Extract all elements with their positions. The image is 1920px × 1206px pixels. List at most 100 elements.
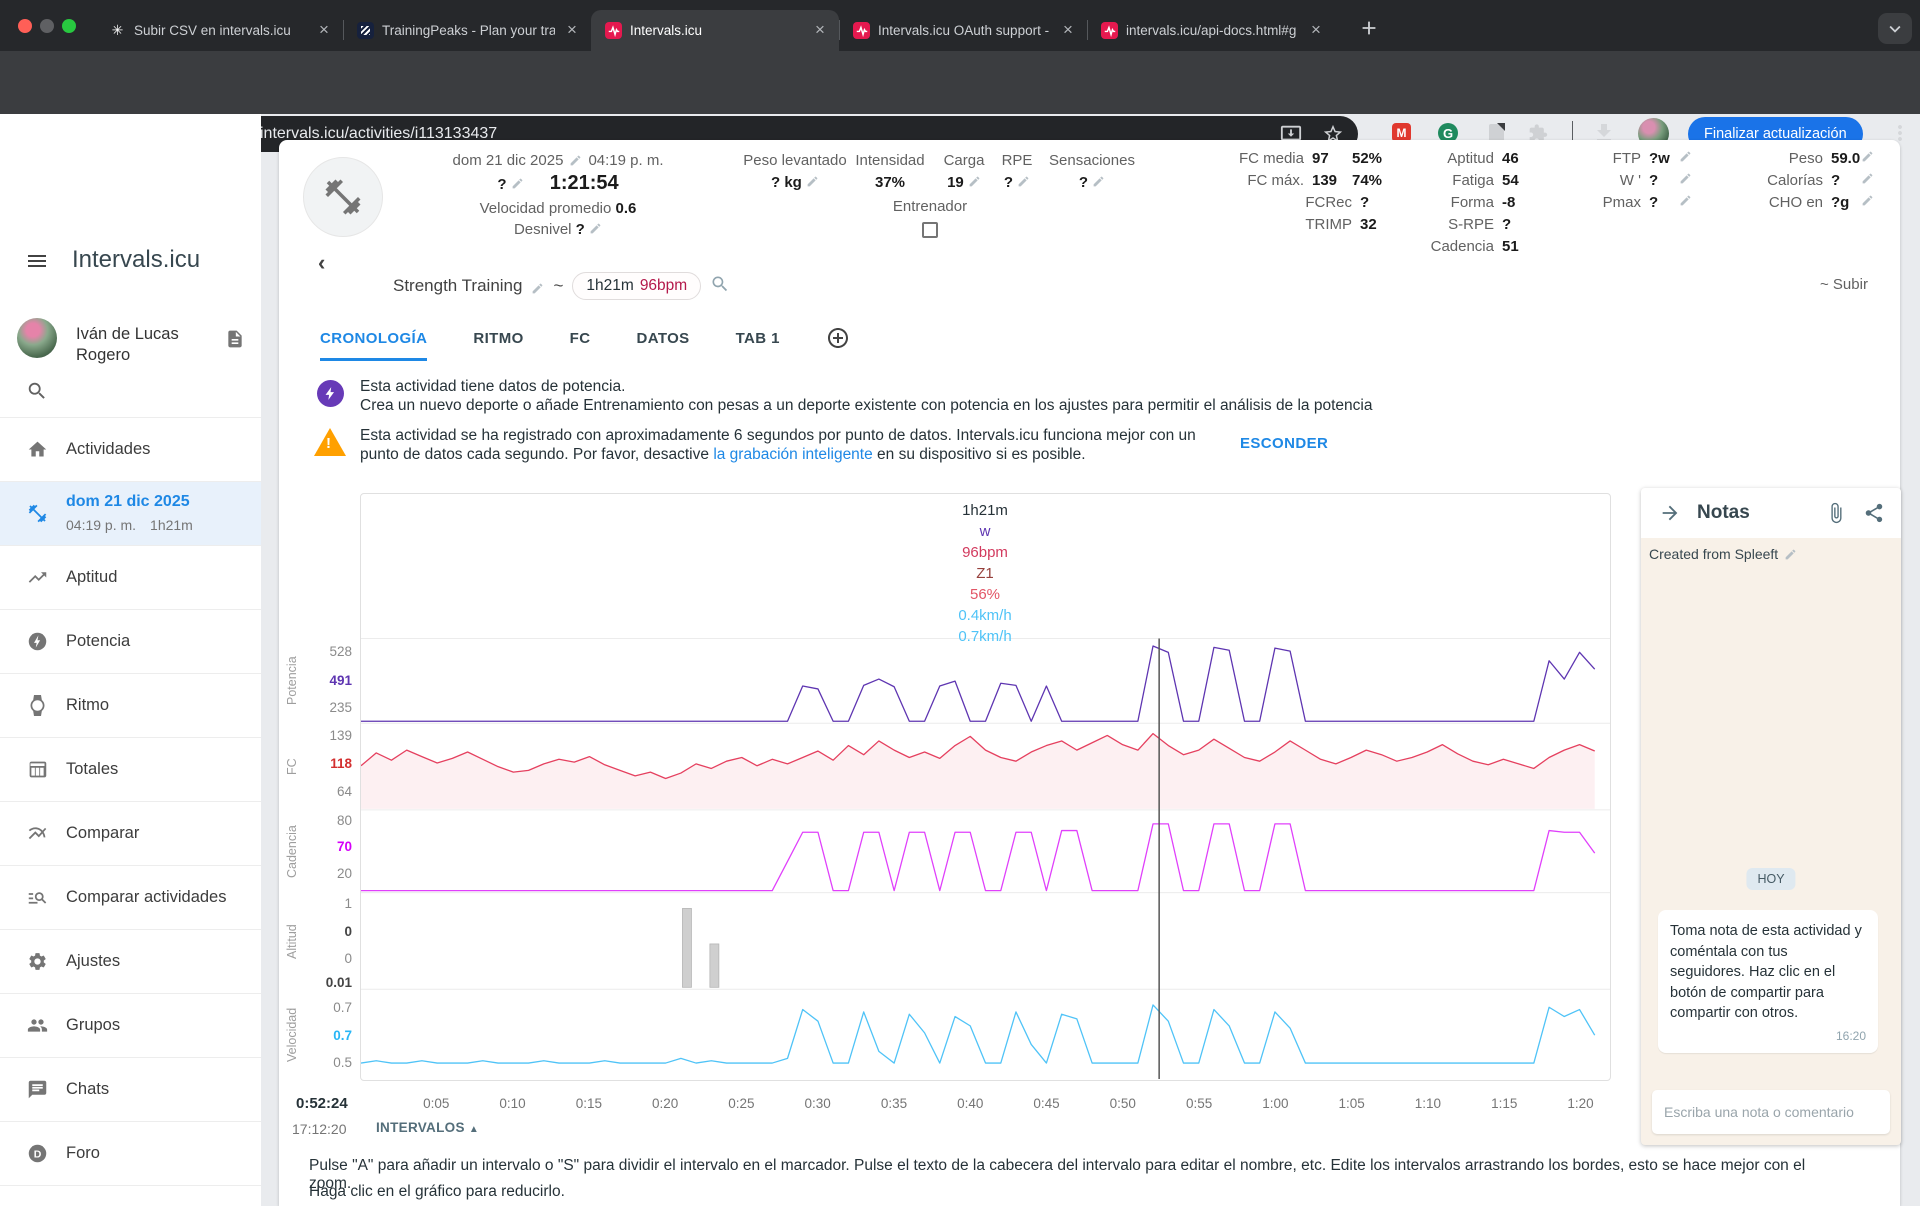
edit-pencil-icon[interactable] <box>1017 175 1030 188</box>
avg-speed-value: 0.6 <box>616 200 637 217</box>
browser-tab[interactable]: Intervals.icu OAuth support -× <box>839 10 1087 51</box>
activity-date[interactable]: dom 21 dic 2025 <box>453 152 564 169</box>
sidebar-item-grupos[interactable]: Grupos <box>0 993 261 1057</box>
rpe-block: RPE ? <box>996 152 1038 191</box>
window-zoom-button[interactable] <box>62 19 76 33</box>
chatgpt-favicon: ✳ <box>109 22 126 39</box>
zoom-search-icon[interactable] <box>710 274 730 299</box>
note-source-row: Created from Spleeft <box>1649 546 1797 562</box>
share-icon[interactable] <box>1863 502 1885 524</box>
sidebar-item-potencia[interactable]: Potencia <box>0 609 261 673</box>
activity-type-label[interactable]: Strength Training <box>393 276 522 296</box>
sidebar-item-ritmo[interactable]: Ritmo <box>0 673 261 737</box>
fitness-stat-row: Cadencia51 <box>1400 238 1532 260</box>
attach-paperclip-icon[interactable] <box>1825 502 1847 524</box>
menu-hamburger-icon[interactable] <box>25 249 49 273</box>
edit-pencil-icon[interactable] <box>1679 150 1692 163</box>
window-minimize-button[interactable] <box>40 19 54 33</box>
sidebar-item-ajustes[interactable]: Ajustes <box>0 929 261 993</box>
sidebar-item-label: Chats <box>66 1080 109 1099</box>
stat-value: ? <box>1360 194 1390 211</box>
smart-recording-link[interactable]: la grabación inteligente <box>713 446 872 463</box>
x-axis-tick: 0:40 <box>948 1096 992 1111</box>
tab-close-icon[interactable]: × <box>1307 22 1325 40</box>
sidebar-item-perfil[interactable]: Perfil <box>0 1185 261 1206</box>
elevation-label: Desnivel <box>514 221 572 238</box>
edit-pencil-icon[interactable] <box>1092 175 1105 188</box>
new-tab-button[interactable] <box>1358 17 1384 43</box>
edit-pencil-icon[interactable] <box>1861 172 1874 185</box>
user-avatar[interactable] <box>17 318 57 358</box>
sidebar-item-label: Actividades <box>66 440 150 459</box>
edit-pencil-icon[interactable] <box>1679 194 1692 207</box>
duration-value: 1:21:54 <box>550 172 619 195</box>
activity-summary-chip[interactable]: 1h21m 96bpm <box>572 272 701 300</box>
edit-pencil-icon[interactable] <box>1861 194 1874 207</box>
stat-value: ? <box>1649 194 1679 211</box>
tab-cronolog-a[interactable]: CRONOLOGÍA <box>320 330 427 361</box>
warning-text-line1: Esta actividad se ha registrado con apro… <box>360 427 1196 445</box>
browser-tab[interactable]: ✳Subir CSV en intervals.icu× <box>95 10 343 51</box>
sidebar-item-chats[interactable]: Chats <box>0 1057 261 1121</box>
hide-button[interactable]: ESCONDER <box>1240 435 1328 452</box>
collapse-chevron[interactable]: ‹ <box>318 250 325 276</box>
sidebar-item-foro[interactable]: DForo <box>0 1121 261 1185</box>
stat-extra-value: 74% <box>1352 172 1390 189</box>
activity-type-icon[interactable] <box>303 157 383 237</box>
edit-pencil-icon[interactable] <box>569 154 582 167</box>
load-label: Carga <box>938 152 990 169</box>
warning-icon <box>314 428 346 456</box>
browser-tab[interactable]: Intervals.icu × <box>591 10 839 51</box>
tab-title: Intervals.icu <box>630 23 803 38</box>
intensity-block: Intensidad 37% <box>845 152 935 191</box>
browser-tab[interactable]: intervals.icu/api-docs.html#g× <box>1087 10 1335 51</box>
tab-fc[interactable]: FC <box>570 330 591 361</box>
sidebar-item-comparar[interactable]: Comparar <box>0 801 261 865</box>
intervals-toggle[interactable]: INTERVALOS ▲ <box>376 1120 479 1135</box>
window-close-button[interactable] <box>18 19 32 33</box>
sidebar-item-aptitud[interactable]: Aptitud <box>0 545 261 609</box>
stat-label: Pmax <box>1603 194 1641 211</box>
stat-label: CHO en <box>1769 194 1823 211</box>
edit-pencil-icon[interactable] <box>511 177 524 190</box>
tab-close-icon[interactable]: × <box>315 22 333 40</box>
trainer-checkbox[interactable] <box>922 222 938 238</box>
athlete-notes-icon[interactable] <box>225 329 245 349</box>
search-icon[interactable] <box>26 380 48 402</box>
collapse-arrow-icon[interactable] <box>1659 502 1681 524</box>
edit-pencil-icon[interactable] <box>806 175 819 188</box>
rpe-label: RPE <box>996 152 1038 169</box>
sidebar-item-actividades[interactable]: Actividades <box>0 417 261 481</box>
edit-pencil-icon[interactable] <box>968 175 981 188</box>
chip-duration: 1h21m <box>586 277 633 295</box>
edit-pencil-icon[interactable] <box>1679 172 1692 185</box>
upload-link[interactable]: ~ Subir <box>1820 276 1868 293</box>
chat-icon <box>27 1079 48 1100</box>
edit-pencil-icon[interactable] <box>1861 150 1874 163</box>
sidebar: Intervals.icu Iván de Lucas Rogero Activ… <box>0 114 261 1206</box>
tab-ritmo[interactable]: RITMO <box>473 330 523 361</box>
browser-tab[interactable]: TrainingPeaks - Plan your trai× <box>343 10 591 51</box>
tab-close-icon[interactable]: × <box>563 22 581 40</box>
sidebar-item-dom-21-dic-2025[interactable]: dom 21 dic 202504:19 p. m. 1h21m <box>0 481 261 545</box>
add-tab-icon[interactable] <box>826 326 850 350</box>
tab-datos[interactable]: DATOS <box>636 330 689 361</box>
note-input[interactable] <box>1652 1090 1890 1134</box>
axis-tick: 0 <box>298 924 352 939</box>
note-message-time: 16:20 <box>1670 1028 1866 1045</box>
tab-close-icon[interactable]: × <box>1059 22 1077 40</box>
tab-search-chevron-icon[interactable] <box>1878 13 1912 44</box>
sidebar-item-totales[interactable]: Totales <box>0 737 261 801</box>
dumbbell-icon <box>27 503 48 524</box>
edit-pencil-icon[interactable] <box>589 222 602 235</box>
edit-pencil-icon[interactable] <box>1784 548 1797 561</box>
user-name[interactable]: Iván de Lucas Rogero <box>76 324 206 365</box>
weight-lifted-label: Peso levantado <box>733 152 857 169</box>
load-value: 19 <box>947 174 964 191</box>
stat-label: FCRec <box>1305 194 1352 211</box>
tab-tab-1[interactable]: TAB 1 <box>736 330 780 361</box>
sidebar-item-comparar-actividades[interactable]: Comparar actividades <box>0 865 261 929</box>
tab-close-icon[interactable]: × <box>811 22 829 40</box>
sidebar-item-label: Ajustes <box>66 952 120 971</box>
edit-pencil-icon[interactable] <box>531 280 544 293</box>
